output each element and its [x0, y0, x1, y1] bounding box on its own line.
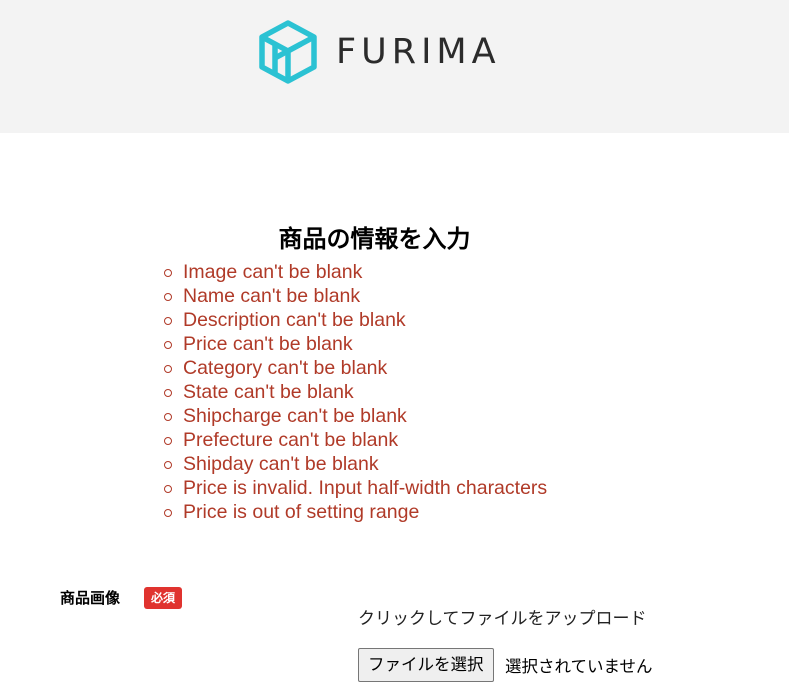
file-status: 選択されていません [505, 657, 653, 676]
page-title: 商品の情報を入力 [278, 225, 471, 253]
error-message: Price is invalid. Input half-width chara… [163, 477, 548, 499]
error-message: Name can't be blank [163, 284, 547, 308]
error-message: Price can't be blank [163, 332, 547, 356]
error-message: Category can't be blank [163, 356, 547, 380]
logo-link[interactable]: FURIMA [258, 20, 501, 84]
required-badge: 必須 [144, 587, 182, 609]
error-message: Price is out of setting range [163, 500, 547, 524]
error-message: State can't be blank [163, 380, 547, 404]
logo-text: FURIMA [336, 32, 501, 72]
error-messages: Image can't be blank Name can't be blank… [163, 260, 548, 524]
upload-hint[interactable]: クリックしてファイルをアップロード [358, 604, 647, 629]
error-message: Image can't be blank [163, 260, 547, 284]
error-message: Shipcharge can't be blank [163, 404, 547, 428]
image-field-label: 商品画像 [60, 589, 121, 607]
box-icon [258, 20, 318, 84]
choose-file-button[interactable]: ファイルを選択 [358, 648, 494, 682]
site-header: FURIMA [0, 0, 789, 133]
error-message: Shipday can't be blank [163, 452, 547, 476]
error-message: Description can't be blank [163, 308, 547, 332]
error-message: Prefecture can't be blank [163, 428, 547, 452]
